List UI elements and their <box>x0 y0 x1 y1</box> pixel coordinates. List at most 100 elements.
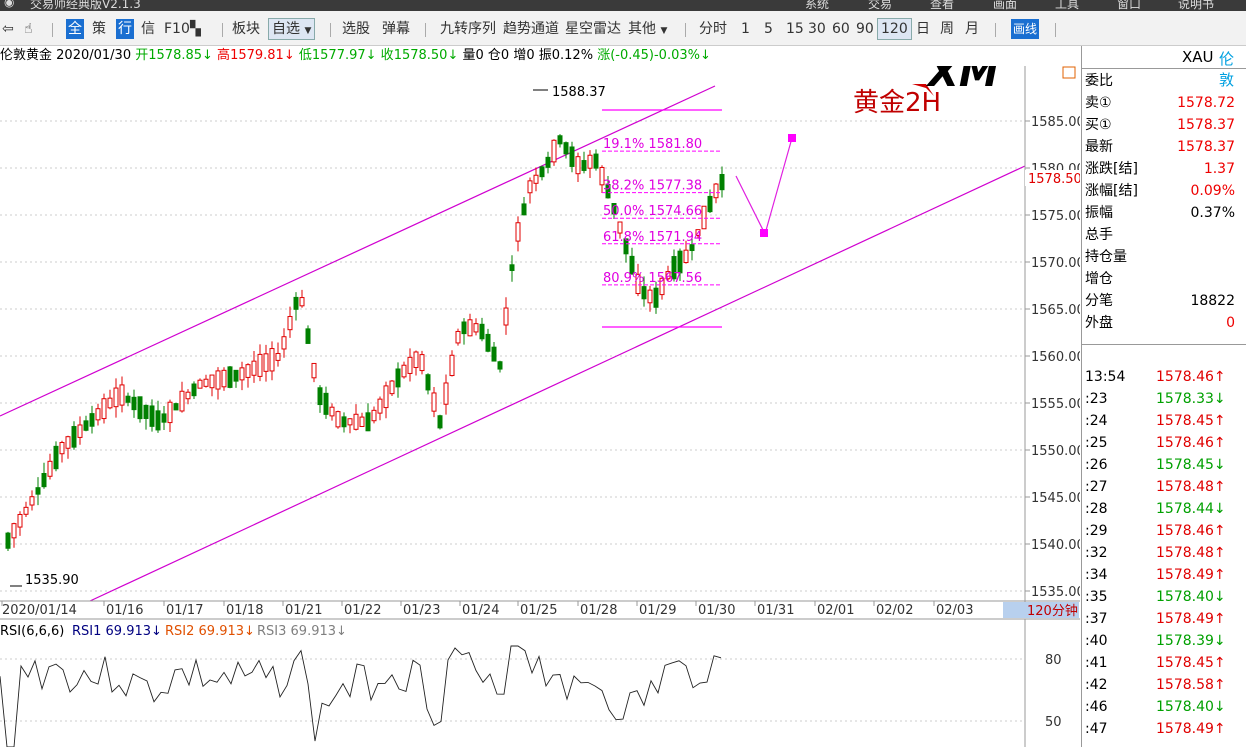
candle-body <box>341 416 347 428</box>
candle-body <box>347 418 353 426</box>
period-week[interactable]: 周 <box>940 19 954 39</box>
candle-body <box>215 370 221 390</box>
candle-body <box>455 330 461 344</box>
candle-body <box>293 296 299 310</box>
period-15[interactable]: 15 <box>786 19 804 39</box>
tick-time: :34 <box>1085 567 1108 583</box>
quote-row-value: 0.09% <box>1190 183 1235 199</box>
quote-row-label: 涨跌[结] <box>1085 161 1138 177</box>
hand-cursor-icon[interactable]: ☝ <box>24 19 33 39</box>
candle-body <box>401 364 407 378</box>
menu-trade[interactable]: 交易 <box>868 0 892 11</box>
candle-body <box>569 146 575 167</box>
candle-body <box>509 264 515 271</box>
fib-level-label: 61.8% 1571.94 <box>603 230 702 245</box>
sector-button[interactable]: 板块 <box>232 19 260 39</box>
barrage-button[interactable]: 弹幕 <box>382 19 410 39</box>
quote-row-label: 持仓量 <box>1085 249 1127 265</box>
candle-body <box>515 222 521 242</box>
tick-price: 1578.45↑ <box>1156 413 1226 429</box>
tick-time: :42 <box>1085 677 1108 693</box>
quote-row-value: 0.37% <box>1190 205 1235 221</box>
menu-view[interactable]: 查看 <box>930 0 954 11</box>
bar-date: 2020/01/30 <box>56 48 132 63</box>
candle-body <box>521 203 527 216</box>
candle-body <box>179 390 185 412</box>
quick-strategy-button[interactable]: 策 <box>92 19 106 39</box>
period-1[interactable]: 1 <box>741 19 750 39</box>
watchlist-button[interactable]: 自选 ▼ <box>268 18 316 40</box>
stock-picker-button[interactable]: 选股 <box>342 19 370 39</box>
candle-body <box>377 398 383 414</box>
quote-header: XAU 伦敦 <box>1082 46 1246 89</box>
draw-line-button[interactable]: 画线 <box>1011 19 1040 39</box>
candle-body <box>299 297 305 307</box>
tick-time: :24 <box>1085 413 1108 429</box>
candle-body <box>653 287 659 308</box>
watchlist-label: 自选 <box>272 21 300 37</box>
tick-time: :37 <box>1085 611 1108 627</box>
quote-row-label: 委比 <box>1085 73 1113 89</box>
rsi-tick-80: 80 <box>1045 653 1062 668</box>
quick-info-button[interactable]: 信 <box>141 19 155 39</box>
candle-body <box>137 396 143 420</box>
x-tick-label: 01/16 <box>106 603 143 618</box>
tick-row: :42 1578.58↑ <box>1082 674 1246 696</box>
menu-screen[interactable]: 画面 <box>993 0 1017 11</box>
layout-icon[interactable]: ▚ <box>190 19 201 39</box>
x-tick-label: 01/31 <box>757 603 794 618</box>
x-tick-label: 01/18 <box>226 603 263 618</box>
candle-body <box>551 139 557 163</box>
candle-body <box>17 513 23 528</box>
rsi-line <box>0 645 722 747</box>
tick-row: :24 1578.45↑ <box>1082 410 1246 432</box>
nine-turn-button[interactable]: 九转序列 <box>440 19 496 39</box>
quick-all-button[interactable]: 全 <box>66 19 84 39</box>
period-30[interactable]: 30 <box>808 19 826 39</box>
tick-time: :28 <box>1085 501 1108 517</box>
candlestick-chart[interactable]: 19.1% 1581.80 38.2% 1577.38 50.0% 1574.66 6… <box>0 66 1080 747</box>
x-tick-label: 01/23 <box>403 603 440 618</box>
candle-body <box>365 412 371 432</box>
period-intraday[interactable]: 分时 <box>699 19 727 39</box>
quick-f10-button[interactable]: F10 <box>164 19 190 39</box>
rsi1-value: RSI1 69.913↓ <box>72 624 162 639</box>
period-5[interactable]: 5 <box>764 19 773 39</box>
price-axis: 1585.001580.001575.001570.001565.001560.… <box>1025 115 1080 600</box>
x-tick-label: 01/24 <box>462 603 499 618</box>
tick-row: :29 1578.46↑ <box>1082 520 1246 542</box>
candle-body <box>677 250 683 274</box>
candle-body <box>95 408 101 421</box>
period-90[interactable]: 90 <box>856 19 874 39</box>
quote-row: 振幅 0.37% <box>1082 202 1246 224</box>
y-tick-label: 1585.00 <box>1031 115 1080 130</box>
quote-row-label: 振幅 <box>1085 205 1113 221</box>
menu-system[interactable]: 系统 <box>805 0 829 11</box>
period-120[interactable]: 120 <box>877 18 912 40</box>
tick-price: 1578.49↑ <box>1156 567 1226 583</box>
tick-row: :34 1578.49↑ <box>1082 564 1246 586</box>
x-tick-label: 01/29 <box>639 603 676 618</box>
tick-time: :27 <box>1085 479 1108 495</box>
tick-row: :46 1578.40↓ <box>1082 696 1246 718</box>
menu-manual[interactable]: 说明书 <box>1178 0 1214 11</box>
tick-price: 1578.46↑ <box>1156 435 1226 451</box>
candle-body <box>53 445 59 470</box>
quick-market-button[interactable]: 行 <box>116 19 134 39</box>
menu-window[interactable]: 窗口 <box>1117 0 1141 11</box>
candles <box>5 134 725 551</box>
chevron-down-icon: ▼ <box>660 26 668 36</box>
trend-channel-button[interactable]: 趋势通道 <box>503 19 559 39</box>
period-60[interactable]: 60 <box>832 19 850 39</box>
period-month[interactable]: 月 <box>965 19 979 39</box>
volume: 量0 <box>462 48 484 63</box>
back-icon[interactable]: ⇦ <box>2 19 14 39</box>
period-day[interactable]: 日 <box>916 19 930 39</box>
maximize-icon[interactable] <box>1062 66 1076 79</box>
other-button[interactable]: 其他 ▼ <box>628 19 667 39</box>
tick-price: 1578.45↑ <box>1156 655 1226 671</box>
star-radar-button[interactable]: 星空雷达 <box>565 19 621 39</box>
x-tick-label: 01/28 <box>580 603 617 618</box>
menu-tools[interactable]: 工具 <box>1055 0 1079 11</box>
candle-body <box>575 156 581 175</box>
